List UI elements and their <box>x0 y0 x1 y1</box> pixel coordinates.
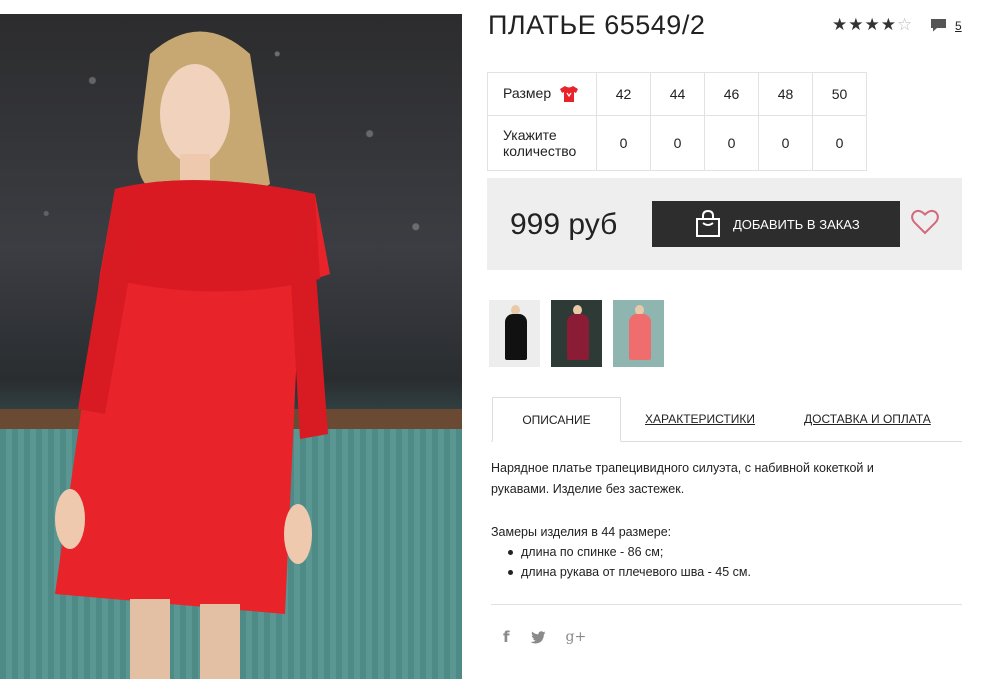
shopping-bag-icon <box>696 210 720 237</box>
add-to-order-button[interactable]: ДОБАВИТЬ В ЗАКАЗ <box>652 201 900 247</box>
size-50: 50 <box>812 72 867 116</box>
size-label-cell: Размер <box>487 72 597 116</box>
star-icon[interactable]: ☆ <box>897 15 912 35</box>
quantity-input-44[interactable]: 0 <box>650 115 705 171</box>
size-42: 42 <box>596 72 651 116</box>
product-measures: Замеры изделия в 44 размере: длина по сп… <box>491 522 751 582</box>
quantity-input-48[interactable]: 0 <box>758 115 813 171</box>
tab-characteristics[interactable]: ХАРАКТЕРИСТИКИ <box>645 397 755 442</box>
measures-title: Замеры изделия в 44 размере: <box>491 525 672 539</box>
product-price: 999 руб <box>510 208 618 241</box>
size-48: 48 <box>758 72 813 116</box>
comment-icon[interactable] <box>930 18 947 32</box>
tab-delivery[interactable]: ДОСТАВКА И ОПЛАТА <box>804 397 931 442</box>
size-label: Размер <box>503 84 552 101</box>
comments-count-link[interactable]: 5 <box>955 19 962 33</box>
star-icon[interactable]: ★ <box>881 15 896 35</box>
purchase-panel: 999 руб ДОБАВИТЬ В ЗАКАЗ <box>487 178 962 270</box>
heart-icon[interactable] <box>911 209 939 235</box>
size-44: 44 <box>650 72 705 116</box>
star-icon[interactable]: ★ <box>848 15 863 35</box>
content-divider <box>491 604 962 605</box>
social-share: f g+ <box>503 628 586 646</box>
product-title: ПЛАТЬЕ 65549/2 <box>488 10 706 40</box>
shirt-icon[interactable] <box>559 85 579 103</box>
thumbnail-gallery <box>489 300 664 367</box>
product-main-photo <box>0 14 462 679</box>
star-icon[interactable]: ★ <box>832 15 847 35</box>
size-46: 46 <box>704 72 759 116</box>
measure-item: длина рукава от плечевого шва - 45 см. <box>508 562 751 582</box>
quantity-input-42[interactable]: 0 <box>596 115 651 171</box>
twitter-icon[interactable] <box>530 630 546 644</box>
size-quantity-table: Размер 42 44 46 48 50 Укажите количество… <box>487 72 867 171</box>
star-icon[interactable]: ★ <box>865 15 880 35</box>
facebook-icon[interactable]: f <box>503 628 510 646</box>
quantity-label: Укажите количество <box>487 115 597 171</box>
measure-item: длина по спинке - 86 см; <box>508 542 751 562</box>
product-description: Нарядное платье трапецивидного силуэта, … <box>491 461 874 496</box>
product-rating[interactable]: ★ ★ ★ ★ ☆ <box>832 15 912 35</box>
add-to-order-label: ДОБАВИТЬ В ЗАКАЗ <box>733 216 860 232</box>
quantity-input-46[interactable]: 0 <box>704 115 759 171</box>
google-plus-icon[interactable]: g+ <box>566 629 587 645</box>
thumbnail-burgundy[interactable] <box>551 300 602 367</box>
tab-description[interactable]: ОПИСАНИЕ <box>492 397 621 442</box>
thumbnail-coral[interactable] <box>613 300 664 367</box>
quantity-input-50[interactable]: 0 <box>812 115 867 171</box>
thumbnail-black[interactable] <box>489 300 540 367</box>
